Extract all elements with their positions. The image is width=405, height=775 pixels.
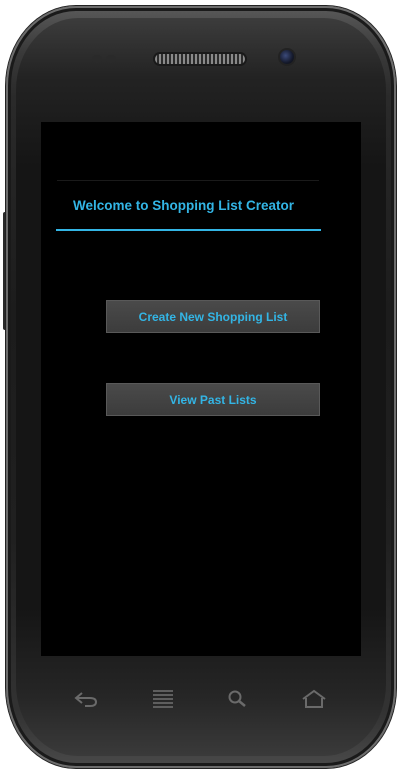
view-past-lists-button[interactable]: View Past Lists xyxy=(106,383,320,416)
top-divider xyxy=(57,180,319,181)
view-past-lists-label: View Past Lists xyxy=(169,392,257,407)
device-frame: Welcome to Shopping List Creator Create … xyxy=(0,0,405,775)
proximity-sensor-icon xyxy=(92,55,102,63)
page-title: Welcome to Shopping List Creator xyxy=(73,198,295,213)
menu-icon[interactable] xyxy=(149,688,177,710)
home-icon[interactable] xyxy=(300,688,328,710)
app-screen: Welcome to Shopping List Creator Create … xyxy=(41,122,361,656)
search-icon[interactable] xyxy=(224,688,252,710)
back-icon[interactable] xyxy=(72,688,100,710)
light-sensor-icon xyxy=(106,55,116,63)
earpiece-speaker xyxy=(155,54,245,64)
front-camera-icon xyxy=(280,50,294,64)
title-divider xyxy=(56,229,321,231)
create-new-list-label: Create New Shopping List xyxy=(138,309,288,324)
create-new-list-button[interactable]: Create New Shopping List xyxy=(106,300,320,333)
